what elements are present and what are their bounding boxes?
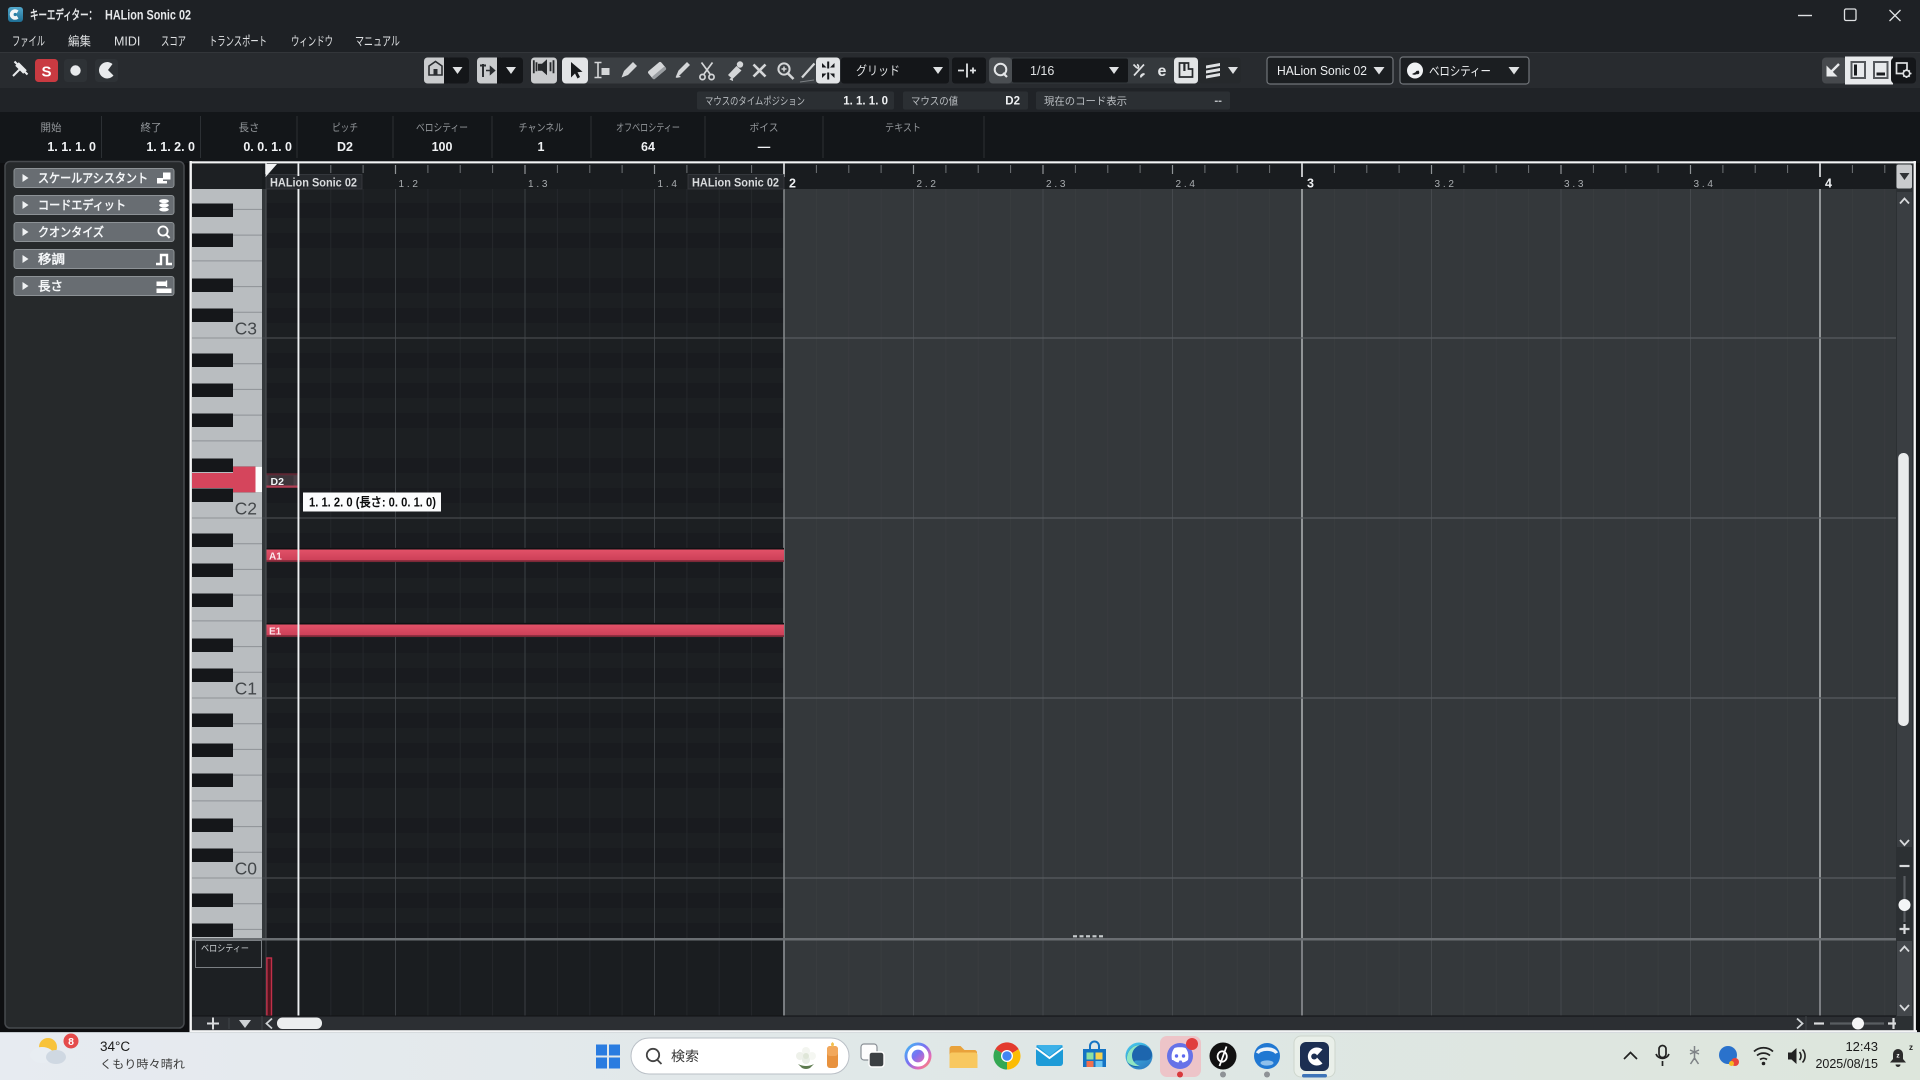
svg-text:2025/08/15: 2025/08/15 [1815,1057,1878,1071]
svg-text:ベロシティー: ベロシティー [416,122,468,134]
svg-text:HALion Sonic 02: HALion Sonic 02 [270,178,357,190]
svg-text:コードエディット: コードエディット [38,198,126,213]
svg-text:ベロシティー: ベロシティー [201,944,249,954]
svg-text:検索: 検索 [671,1049,699,1064]
svg-text:8: 8 [68,1036,74,1048]
svg-text:C2: C2 [235,499,257,519]
svg-text:2 . 4: 2 . 4 [1176,179,1196,190]
svg-text:1/16: 1/16 [1030,64,1054,78]
svg-text:マニュアル: マニュアル [355,35,400,49]
svg-text:4: 4 [1825,177,1832,191]
svg-text:HALion Sonic 02: HALion Sonic 02 [692,178,779,190]
svg-text:マウスのタイムポジション: マウスのタイムポジション [705,96,805,108]
svg-text:編集: 編集 [68,34,91,49]
svg-text:100: 100 [432,140,453,154]
svg-text:ボイス: ボイス [750,122,779,134]
svg-text:クオンタイズ: クオンタイズ [38,225,104,240]
svg-text:終了: 終了 [141,121,162,134]
svg-text:D2: D2 [337,140,353,154]
svg-text:z: z [1909,1043,1913,1052]
svg-text:長さ: 長さ [239,122,260,134]
svg-text:グリッド: グリッド [856,64,900,78]
svg-text:ピッチ: ピッチ [332,122,358,134]
svg-text:テキスト: テキスト [885,122,921,134]
svg-text:S: S [41,64,51,81]
svg-text:ウィンドウ: ウィンドウ [291,35,333,49]
svg-text:3 . 4: 3 . 4 [1694,179,1714,190]
svg-text:64: 64 [641,140,655,154]
svg-text:1. 1. 1. 0: 1. 1. 1. 0 [843,96,888,108]
svg-text:1. 1. 1. 0: 1. 1. 1. 0 [47,140,96,154]
svg-text:3 . 3: 3 . 3 [1564,179,1584,190]
svg-text:0. 0. 1. 0: 0. 0. 1. 0 [243,140,292,154]
svg-text:C1: C1 [235,679,257,699]
svg-text:C0: C0 [235,859,258,879]
svg-text:e: e [1158,63,1167,80]
svg-text:MIDI: MIDI [114,35,140,49]
svg-text:—: — [758,140,771,154]
svg-text:スコア: スコア [161,35,186,49]
svg-text:1: 1 [538,140,545,154]
svg-text:HALion Sonic 02: HALion Sonic 02 [105,8,191,23]
svg-text:D2: D2 [1005,96,1020,108]
svg-text:--: -- [1214,96,1222,108]
svg-text:現在のコード表示: 現在のコード表示 [1044,95,1127,108]
svg-text:2 . 2: 2 . 2 [917,179,937,190]
svg-text:ベロシティー: ベロシティー [1429,65,1491,79]
svg-text:D2: D2 [271,476,285,488]
svg-text:1 . 3: 1 . 3 [528,179,548,190]
svg-text:HALion Sonic 02: HALion Sonic 02 [1277,63,1367,78]
svg-text:3 . 2: 3 . 2 [1435,179,1455,190]
svg-text:マウスの値: マウスの値 [911,95,958,108]
svg-text:1. 1. 2. 0: 1. 1. 2. 0 [146,140,195,154]
svg-text:トランスポート: トランスポート [209,35,267,49]
svg-text:スケールアシスタント: スケールアシスタント [38,171,148,186]
svg-text:12:43: 12:43 [1845,1039,1878,1054]
svg-text:くもり時々晴れ: くもり時々晴れ [100,1058,186,1071]
svg-text:1 . 4: 1 . 4 [658,179,678,190]
svg-text:1 . 2: 1 . 2 [399,179,419,190]
svg-text:A1: A1 [269,552,282,563]
svg-text:34°C: 34°C [100,1039,130,1054]
svg-text:C3: C3 [235,319,257,339]
svg-text:キーエディター：: キーエディター： [30,8,97,23]
svg-text:ファイル: ファイル [12,35,45,49]
svg-text:2: 2 [789,177,796,191]
svg-text:オフベロシティー: オフベロシティー [616,122,680,134]
svg-text:2 . 3: 2 . 3 [1046,179,1066,190]
svg-text:1. 1. 2. 0 (長さ: 0. 0. 1. 0): 1. 1. 2. 0 (長さ: 0. 0. 1. 0) [309,495,436,510]
svg-text:移調: 移調 [38,252,65,267]
svg-text:長さ: 長さ [38,279,63,294]
svg-text:3: 3 [1307,177,1314,191]
svg-text:E1: E1 [269,627,282,638]
svg-text:チャンネル: チャンネル [519,122,564,134]
svg-text:開始: 開始 [41,121,62,134]
